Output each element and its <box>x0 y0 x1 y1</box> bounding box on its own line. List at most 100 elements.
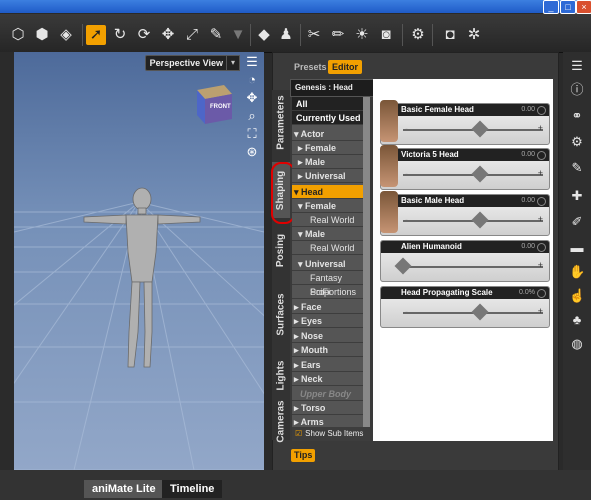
morph-slider[interactable]: Head Propagating Scale0.0%-+ <box>380 286 550 328</box>
list-item[interactable]: ▾ Actor <box>292 127 363 141</box>
slider-value[interactable]: 0.00 <box>521 104 535 116</box>
list-item[interactable]: ▸ Female <box>292 141 363 155</box>
increment-icon[interactable]: + <box>538 168 543 178</box>
list-item[interactable]: Proportions <box>292 285 363 299</box>
menu-icon[interactable]: ☰ <box>569 58 585 74</box>
maximize-icon[interactable]: □ <box>560 0 576 14</box>
morph-slider[interactable]: Victoria 5 Head0.00-+ <box>380 145 550 190</box>
translate-icon[interactable]: ✥ <box>158 25 178 45</box>
scene-icon[interactable]: ⚭ <box>569 108 585 124</box>
slider-thumb[interactable] <box>394 257 412 275</box>
ruler-icon[interactable]: ▬ <box>569 240 585 256</box>
tips-button[interactable]: Tips <box>291 449 316 462</box>
pointer-icon[interactable]: ➚ <box>86 25 106 45</box>
keyframe-dot-icon[interactable] <box>537 106 546 115</box>
slider-value[interactable]: 0.00 <box>521 241 535 253</box>
list-item[interactable]: ▸ Neck <box>292 372 363 386</box>
tab-parameters[interactable]: Parameters <box>272 90 290 154</box>
brush-icon[interactable]: ✎ <box>206 25 226 45</box>
view-selector[interactable]: Perspective View <box>144 55 228 71</box>
list-item[interactable]: ▸ Arms <box>292 415 363 427</box>
slider-thumb[interactable] <box>471 165 489 183</box>
increment-icon[interactable]: + <box>538 214 543 224</box>
rotate-icon[interactable]: ⟳ <box>134 25 154 45</box>
checkbox-icon[interactable]: ☑ <box>292 429 305 438</box>
chevron-down-icon[interactable]: ▾ <box>226 55 240 71</box>
tab-presets[interactable]: Presets <box>290 60 331 74</box>
list-item[interactable]: ▾ Female <box>292 199 363 213</box>
3d-viewport[interactable]: FRONT Perspective View ▾ ☰ ◔ ✥ ⌕ ⛶ ⊛ <box>14 52 264 470</box>
edit-icon[interactable]: ✎ <box>569 160 585 176</box>
list-item[interactable]: All <box>292 97 363 111</box>
show-sub-items-checkbox[interactable]: ☑ Show Sub Items <box>292 427 370 441</box>
list-item[interactable]: ▾ Head <box>292 185 363 199</box>
globe-icon[interactable]: ◍ <box>569 336 585 352</box>
figure-selector[interactable]: Genesis : Head <box>290 79 376 97</box>
tab-editor[interactable]: Editor <box>328 60 362 74</box>
pose-icon[interactable]: ✚ <box>569 188 585 204</box>
increment-icon[interactable]: + <box>538 260 543 270</box>
render-settings-icon[interactable]: ⚙ <box>408 25 428 45</box>
slider-thumb[interactable] <box>471 303 489 321</box>
minimize-icon[interactable]: _ <box>543 0 559 14</box>
viewport-menu-icon[interactable]: ☰ <box>244 54 260 70</box>
list-item[interactable]: ▸ Torso <box>292 401 363 415</box>
increment-icon[interactable]: + <box>538 306 543 316</box>
keyframe-dot-icon[interactable] <box>537 151 546 160</box>
list-item[interactable]: ▸ Face <box>292 300 363 314</box>
brush-icon[interactable]: ✐ <box>569 214 585 230</box>
list-item[interactable]: ▸ Eyes <box>292 314 363 328</box>
settings-icon[interactable]: ⚙ <box>569 134 585 150</box>
info-icon[interactable]: ⓘ <box>569 82 585 98</box>
slider-thumb[interactable] <box>471 211 489 229</box>
tab-animate-lite[interactable]: aniMate Lite <box>84 480 164 498</box>
orbit-icon[interactable]: ◔ <box>244 72 260 88</box>
edit-icon[interactable]: ✏ <box>328 25 348 45</box>
tab-timeline[interactable]: Timeline <box>162 480 223 498</box>
list-item[interactable]: Real World <box>292 213 363 227</box>
morph-slider[interactable]: Basic Male Head0.00-+ <box>380 191 550 236</box>
tab-lights[interactable]: Lights <box>272 352 290 398</box>
cube-wire-icon[interactable]: ⬡ <box>8 25 28 45</box>
gear-icon[interactable]: ✲ <box>464 25 484 45</box>
user-icon[interactable]: ♣ <box>569 312 585 328</box>
list-item[interactable]: Fantasy SciFi <box>292 271 363 297</box>
list-item[interactable]: ▾ Male <box>292 227 363 241</box>
tab-cameras[interactable]: Cameras <box>272 400 290 442</box>
slider-value[interactable]: 0.00 <box>521 149 535 161</box>
geometry-icon[interactable]: ◆ <box>254 25 274 45</box>
slider-value[interactable]: 0.00 <box>521 195 535 207</box>
cube-solid-icon[interactable]: ◈ <box>56 25 76 45</box>
keyframe-dot-icon[interactable] <box>537 289 546 298</box>
list-item[interactable]: Upper Body <box>292 387 363 401</box>
measure-icon[interactable]: ✂ <box>304 25 324 45</box>
camera-icon[interactable]: ◙ <box>376 25 396 45</box>
rotate-node-icon[interactable]: ↻ <box>110 25 130 45</box>
list-item[interactable]: ▸ Mouth <box>292 343 363 357</box>
slider-thumb[interactable] <box>471 120 489 138</box>
figure-icon[interactable]: ♟ <box>276 25 296 45</box>
pan-icon[interactable]: ✥ <box>244 90 260 106</box>
photo-camera-icon[interactable]: ◘ <box>440 25 460 45</box>
scale-icon[interactable]: ⤢ <box>182 25 202 45</box>
category-scrollbar[interactable] <box>363 97 370 427</box>
tab-surfaces[interactable]: Surfaces <box>272 282 290 346</box>
list-item[interactable]: ▸ Male <box>292 155 363 169</box>
funnel-icon[interactable]: ▼ <box>228 25 248 45</box>
list-item[interactable]: Real World <box>292 241 363 255</box>
tab-posing[interactable]: Posing <box>272 224 290 276</box>
list-item[interactable]: ▸ Nose <box>292 329 363 343</box>
slider-track[interactable] <box>403 266 543 268</box>
keyframe-dot-icon[interactable] <box>537 243 546 252</box>
spotlight-icon[interactable]: ☀ <box>352 25 372 45</box>
close-icon[interactable]: × <box>576 0 591 14</box>
zoom-icon[interactable]: ⌕ <box>244 108 260 124</box>
increment-icon[interactable]: + <box>538 123 543 133</box>
slider-value[interactable]: 0.0% <box>519 287 535 299</box>
list-item[interactable]: Currently Used <box>292 111 363 125</box>
hand-icon[interactable]: ✋ <box>569 264 585 280</box>
cube-points-icon[interactable]: ⬢ <box>32 25 52 45</box>
morph-slider[interactable]: Alien Humanoid0.00-+ <box>380 240 550 282</box>
list-item[interactable]: ▸ Ears <box>292 358 363 372</box>
list-item[interactable]: ▾ Universal <box>292 257 363 271</box>
